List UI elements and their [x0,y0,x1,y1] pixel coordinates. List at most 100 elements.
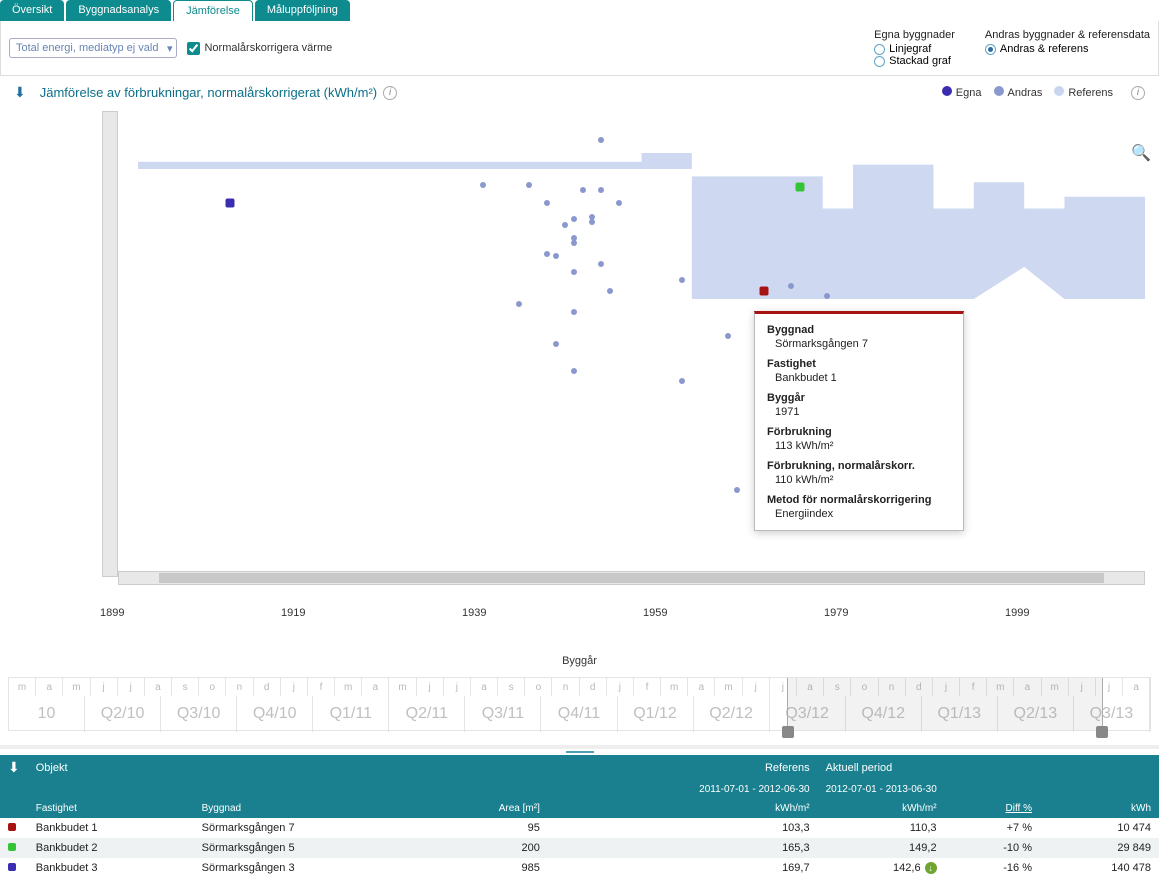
cell-diff: +7 % [945,818,1040,838]
other-point[interactable] [544,251,550,257]
timeline-month: n [552,678,579,696]
timeline-quarter[interactable]: Q2/10 [85,696,161,732]
timeline-month: m [389,678,416,696]
trend-good-icon: ↓ [925,862,937,874]
timeline-month: m [661,678,688,696]
cell-kwhm2-akt: 110,3 [818,818,945,838]
cell-kwhm2-ref: 103,3 [548,818,818,838]
other-point[interactable] [480,182,486,188]
table-download-icon[interactable]: ⬇ [8,759,20,775]
cell-kwh: 29 849 [1040,838,1159,858]
other-point[interactable] [571,309,577,315]
normalize-checkbox[interactable]: Normalårskorrigera värme [187,42,332,55]
col-area[interactable]: Area [m²] [426,799,548,818]
timeline-handle-right[interactable] [1096,726,1108,738]
radio-linjegraf[interactable]: Linjegraf [874,43,955,55]
timeline-quarter[interactable]: Q3/11 [465,696,541,732]
x-tick: 1919 [281,607,305,619]
col-referens: Referens [548,755,818,780]
x-tick: 1959 [643,607,667,619]
other-point[interactable] [589,219,595,225]
other-point[interactable] [598,137,604,143]
cell-diff: -16 % [945,858,1040,878]
timeline-quarter[interactable]: 10 [9,696,85,732]
normalize-checkbox-input[interactable] [187,42,200,55]
other-point[interactable] [562,222,568,228]
col-kwhm2-ref[interactable]: kWh/m² [548,799,818,818]
timeline-quarter[interactable]: Q3/10 [161,696,237,732]
other-point[interactable] [571,269,577,275]
other-point[interactable] [526,182,532,188]
cell-kwh: 140 478 [1040,858,1159,878]
timeline-quarter[interactable]: Q2/11 [389,696,465,732]
table-row[interactable]: Bankbudet 1Sörmarksgången 795103,3110,3+… [0,818,1159,838]
table-row[interactable]: Bankbudet 3Sörmarksgången 3985169,7142,6… [0,858,1159,878]
other-point[interactable] [516,301,522,307]
chart-scrollbar-vertical[interactable] [102,111,118,577]
col-fastighet[interactable]: Fastighet [28,799,194,818]
other-point[interactable] [824,293,830,299]
tab-byggnadsanalys[interactable]: Byggnadsanalys [66,0,171,21]
own-buildings-title: Egna byggnader [874,29,955,41]
table-row[interactable]: Bankbudet 2Sörmarksgången 5200165,3149,2… [0,838,1159,858]
other-point[interactable] [725,333,731,339]
timeline-quarter[interactable]: Q4/11 [541,696,617,732]
radio-andras-referens[interactable]: Andras & referens [985,43,1150,55]
timeline-quarter[interactable]: Q1/11 [313,696,389,732]
legend-swatch-referens [1054,86,1064,96]
timeline-quarter[interactable]: Q1/12 [618,696,694,732]
other-point[interactable] [679,378,685,384]
other-point[interactable] [553,253,559,259]
other-point[interactable] [571,235,577,241]
media-type-dropdown[interactable]: Total energi, mediatyp ej vald [9,38,177,58]
other-point[interactable] [607,288,613,294]
own-point[interactable] [225,199,234,208]
timeline-month: s [498,678,525,696]
timeline-handle-left[interactable] [782,726,794,738]
timeline-month: d [580,678,607,696]
cell-byggnad: Sörmarksgången 5 [194,838,426,858]
timeline-selection[interactable] [787,678,1103,730]
other-point[interactable] [571,240,577,246]
timeline-quarter[interactable]: Q2/12 [694,696,770,732]
scatter-chart[interactable]: 0,020,040,060,080,0100,0120,0140,0160,01… [14,105,1145,603]
radio-stackad[interactable]: Stackad graf [874,55,955,67]
cell-byggnad: Sörmarksgången 7 [194,818,426,838]
timeline-month: j [444,678,471,696]
chart-tooltip: ByggnadSörmarksgången 7 FastighetBankbud… [754,311,964,531]
timeline-month: o [199,678,226,696]
info-icon[interactable]: i [383,86,397,100]
cell-area: 985 [426,858,548,878]
download-icon[interactable]: ⬇ [14,84,26,101]
tabs-bar: Översikt Byggnadsanalys Jämförelse Målup… [0,0,1159,21]
other-point[interactable] [598,187,604,193]
own-point[interactable] [796,183,805,192]
other-point[interactable] [553,341,559,347]
col-aktuell: Aktuell period [818,755,1159,780]
col-byggnad[interactable]: Byggnad [194,799,426,818]
other-point[interactable] [571,368,577,374]
other-point[interactable] [788,283,794,289]
other-point[interactable] [734,487,740,493]
other-point[interactable] [616,200,622,206]
col-kwhm2-akt[interactable]: kWh/m² [818,799,945,818]
tab-maluppfoljning[interactable]: Måluppföljning [255,0,350,21]
tab-jamforelse[interactable]: Jämförelse [173,0,253,21]
other-point[interactable] [580,187,586,193]
other-point[interactable] [544,200,550,206]
timeline-selector[interactable]: mamjjasondjfmamjjasondjfmamjjasondjfmamj… [8,677,1151,731]
other-point[interactable] [679,277,685,283]
legend-info-icon[interactable]: i [1131,86,1145,100]
timeline-quarter[interactable]: Q4/10 [237,696,313,732]
cell-kwhm2-akt: 142,6↓ [818,858,945,878]
others-title: Andras byggnader & referensdata [985,29,1150,41]
own-point[interactable] [759,286,768,295]
timeline-month: f [634,678,661,696]
other-point[interactable] [571,216,577,222]
col-diff[interactable]: Diff % [945,799,1040,818]
chart-scrollbar-horizontal[interactable] [118,571,1145,585]
tab-oversikt[interactable]: Översikt [0,0,64,21]
other-point[interactable] [598,261,604,267]
timeline-month: a [471,678,498,696]
col-kwh[interactable]: kWh [1040,799,1159,818]
